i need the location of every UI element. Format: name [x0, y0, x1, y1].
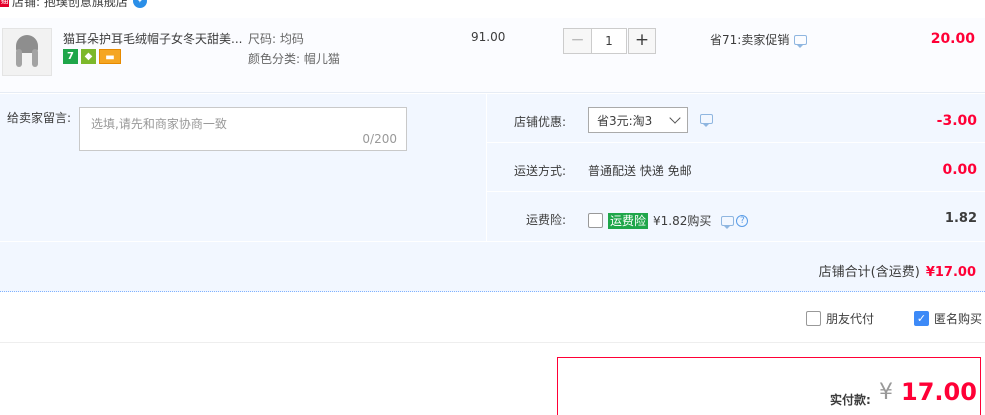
memo-textarea[interactable]: 选填,请先和商家协商一致 0/200 — [79, 107, 407, 151]
shop-total-row: 店铺合计(含运费) ¥17.00 — [0, 241, 985, 292]
memo-char-count: 0/200 — [362, 132, 397, 146]
shop-total-label: 店铺合计(含运费) — [818, 265, 920, 280]
shop-total: 店铺合计(含运费) ¥17.00 — [819, 261, 976, 280]
shop-discount-select[interactable]: 省3元:淘3 — [588, 107, 688, 133]
payment-amount: 17.00 — [901, 378, 977, 406]
chat-bubble-icon[interactable]: ✦ — [132, 0, 147, 8]
friend-pay-option[interactable]: 朋友代付 — [806, 310, 874, 327]
friend-pay-checkbox[interactable] — [806, 311, 821, 326]
anonymous-option[interactable]: ✓ 匿名购买 — [914, 310, 982, 327]
unit-price: 91.00 — [471, 30, 506, 44]
item-subtotal: 20.00 — [930, 31, 975, 47]
memo-label: 给卖家留言: — [7, 111, 72, 125]
shop-name[interactable]: 店铺: 抱璞创意旗舰店 — [12, 0, 128, 10]
insurance-row: 运费险: 运费险 ¥1.82购买 ? 1.82 — [487, 192, 985, 241]
tmall-icon: 猫 — [0, 0, 9, 7]
payment-options: 朋友代付 ✓ 匿名购买 — [0, 293, 985, 343]
product-thumbnail[interactable] — [2, 28, 52, 76]
message-icon[interactable] — [700, 114, 713, 127]
shipping-amount: 0.00 — [942, 162, 977, 178]
credit-card-icon[interactable]: ▬ — [99, 49, 121, 64]
sku-color: 颜色分类: 帽儿猫 — [248, 52, 340, 66]
payment-label: 实付款: — [830, 393, 871, 407]
shipping-row: 运送方式: 普通配送 快递 免邮 0.00 — [487, 143, 985, 192]
currency-symbol: ¥ — [879, 380, 893, 405]
sku-size: 尺码: 均码 — [248, 32, 304, 46]
memo-placeholder: 选填,请先和商家协商一致 — [91, 117, 227, 131]
message-icon[interactable] — [794, 34, 808, 48]
message-icon[interactable] — [721, 215, 735, 229]
insurance-amount: 1.82 — [944, 211, 977, 226]
quantity-increase-button[interactable]: + — [628, 28, 656, 54]
friend-pay-label: 朋友代付 — [826, 312, 875, 326]
insurance-tag: 运费险 — [608, 212, 649, 229]
help-icon[interactable]: ? — [736, 214, 749, 227]
insurance-label: 运费险: — [525, 213, 566, 227]
shop-header: 猫 店铺: 抱璞创意旗舰店 ✦ — [0, 0, 147, 9]
payment-summary: 实付款: ¥ 17.00 — [557, 357, 981, 415]
shop-discount-amount: -3.00 — [936, 113, 977, 129]
insurance-option: 运费险 ¥1.82购买 ? — [588, 212, 749, 229]
quantity-decrease-button[interactable]: − — [563, 28, 591, 54]
chevron-down-icon — [669, 112, 681, 124]
shipping-label: 运送方式: — [513, 164, 566, 178]
product-title[interactable]: 猫耳朵护耳毛绒帽子女冬天甜美... — [63, 30, 243, 47]
item-discount: 省71:卖家促销 — [710, 31, 808, 48]
order-item-row: 猫耳朵护耳毛绒帽子女冬天甜美... 7 ◆ ▬ 尺码: 均码 颜色分类: 帽儿猫… — [0, 18, 985, 93]
shop-discount-selected: 省3元:淘3 — [597, 113, 653, 128]
shop-discount-row: 店铺优惠: 省3元:淘3 -3.00 — [487, 94, 985, 143]
shipping-method: 普通配送 快递 免邮 — [588, 164, 692, 178]
hat-image-icon — [16, 35, 38, 69]
shop-discount-label: 店铺优惠: — [513, 115, 566, 129]
order-detail-panel: 给卖家留言: 选填,请先和商家协商一致 0/200 店铺优惠: 省3元:淘3 -… — [0, 94, 985, 292]
guarantee-icon[interactable]: ◆ — [81, 49, 96, 64]
quantity-input[interactable]: 1 — [591, 28, 627, 54]
shop-total-amount: ¥17.00 — [925, 265, 976, 280]
seven-day-return-icon[interactable]: 7 — [63, 49, 78, 64]
discount-text: 省71:卖家促销 — [710, 33, 790, 47]
quantity-stepper: − 1 + — [563, 28, 656, 54]
insurance-checkbox[interactable] — [588, 213, 603, 228]
service-icons: 7 ◆ ▬ — [63, 49, 121, 64]
insurance-price: ¥1.82购买 — [653, 214, 712, 228]
anonymous-checkbox[interactable]: ✓ — [914, 311, 929, 326]
anonymous-label: 匿名购买 — [934, 312, 983, 326]
order-options: 店铺优惠: 省3元:淘3 -3.00 运送方式: 普通配送 快递 免邮 0.00… — [486, 94, 985, 241]
